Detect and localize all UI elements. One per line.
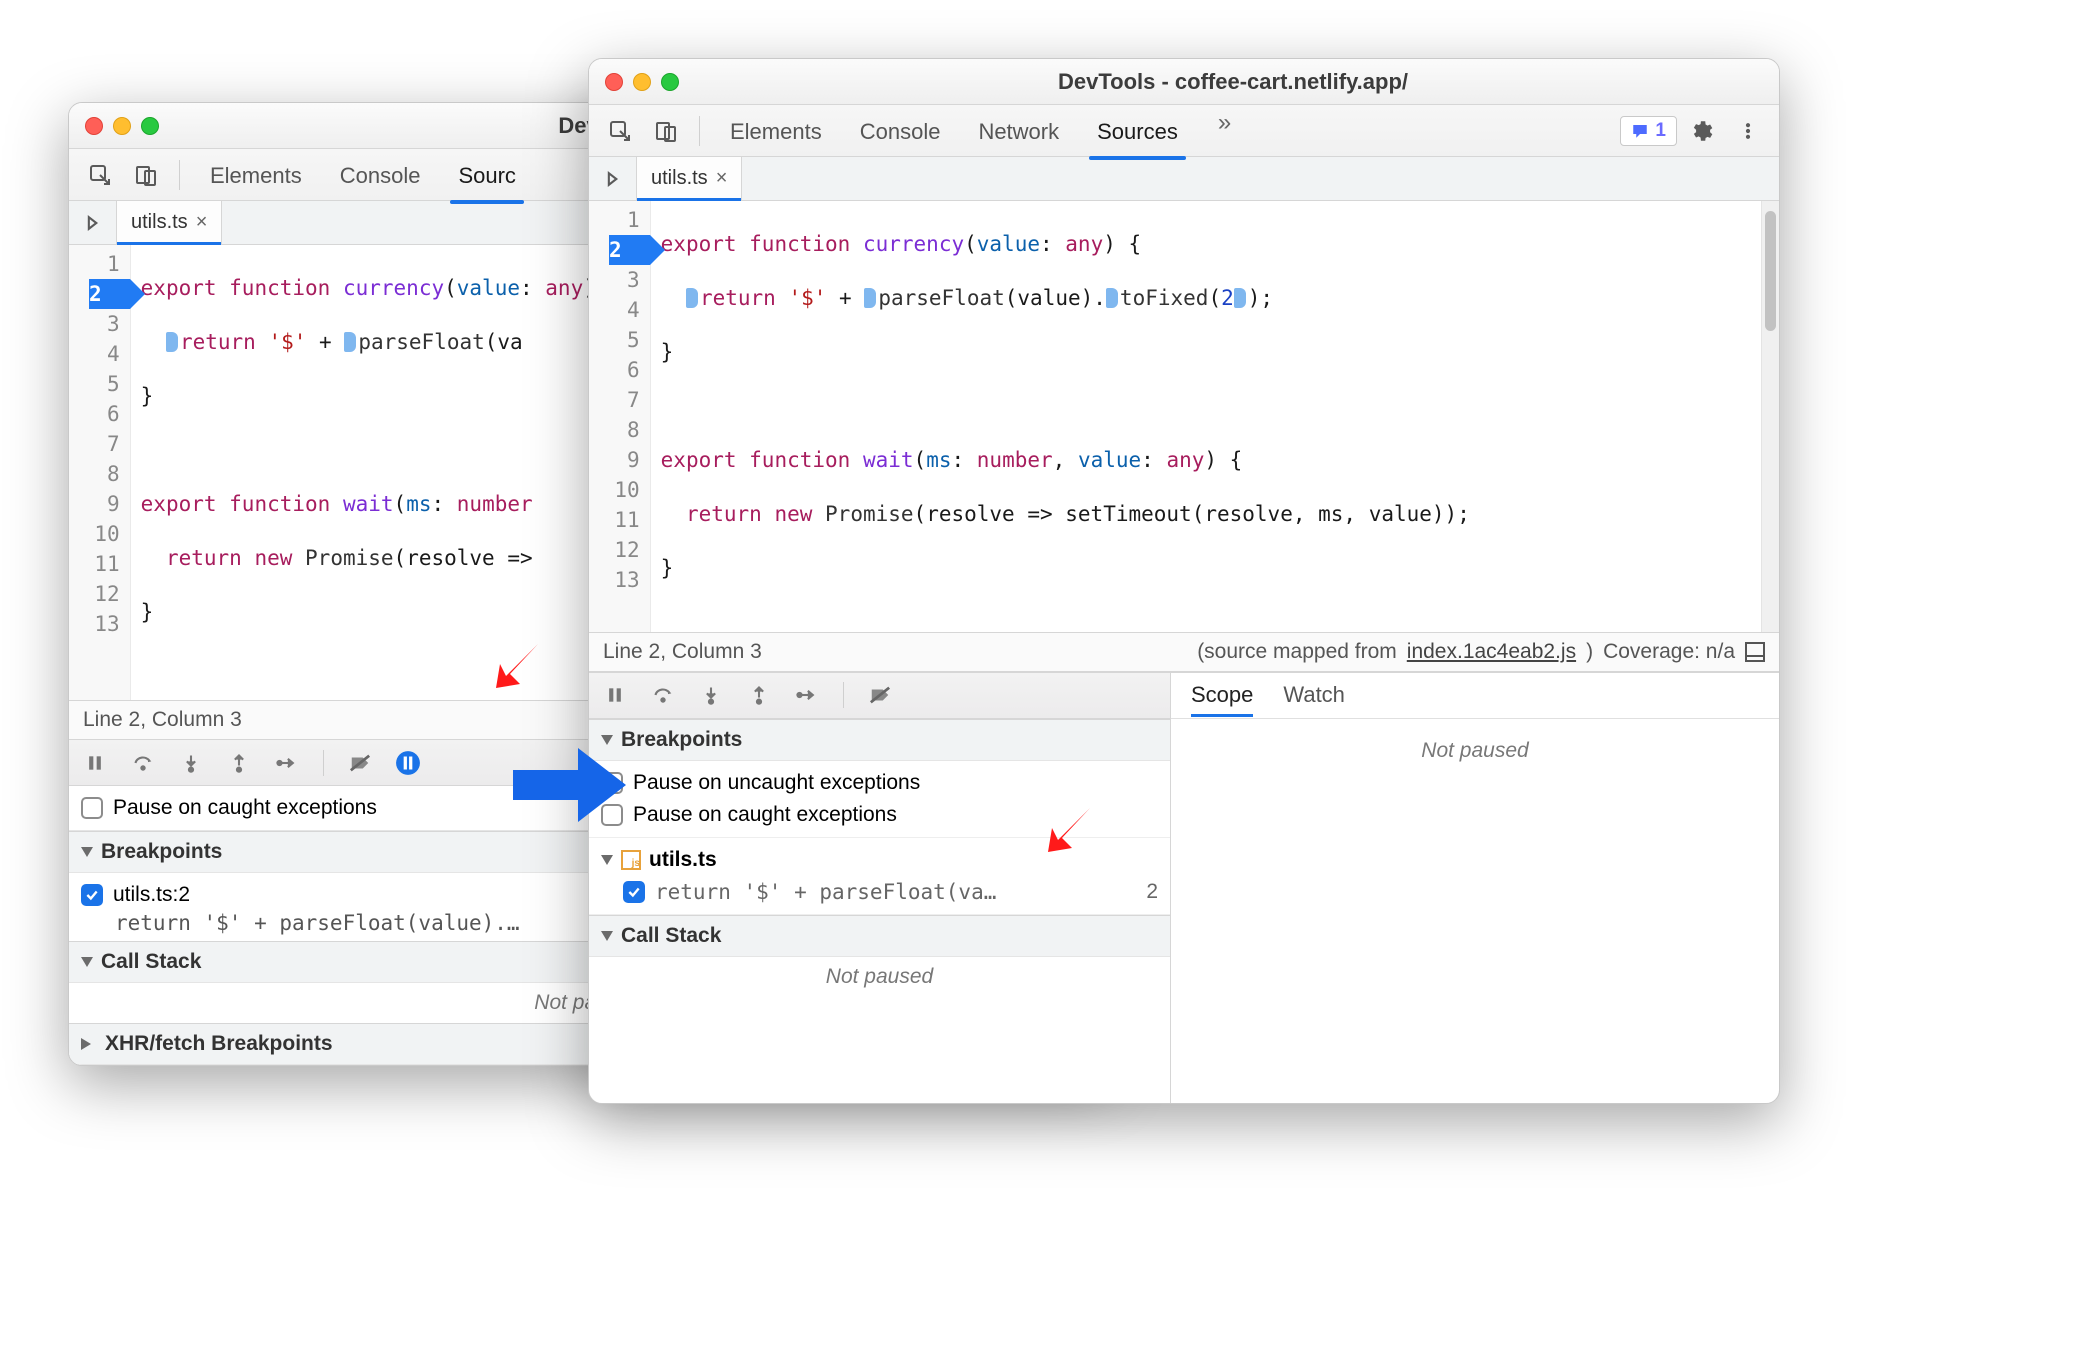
window-title: DevTools - coffee-cart.netlify.app/	[703, 69, 1763, 95]
step-marker-icon	[166, 332, 178, 352]
tab-network[interactable]: Network	[974, 109, 1063, 153]
checkbox-icon	[623, 881, 645, 903]
line-gutter: 1 2 345678910111213	[589, 201, 651, 632]
step-marker-icon	[686, 288, 698, 308]
titlebar-front: DevTools - coffee-cart.netlify.app/	[589, 59, 1779, 105]
close-icon[interactable]	[85, 117, 103, 135]
minimize-icon[interactable]	[633, 73, 651, 91]
callstack-section[interactable]: Call Stack	[589, 915, 1170, 957]
pause-icon[interactable]	[599, 679, 631, 711]
source-map-link[interactable]: index.1ac4eab2.js	[1407, 640, 1576, 664]
tab-sources[interactable]: Sourc	[454, 153, 519, 197]
watch-tab[interactable]: Watch	[1283, 674, 1345, 716]
tab-console[interactable]: Console	[856, 109, 945, 153]
issues-badge[interactable]: 1	[1620, 116, 1677, 146]
js-file-icon	[621, 850, 641, 870]
annotation-arrow-icon	[1040, 800, 1100, 860]
file-name: utils.ts	[649, 848, 717, 872]
deactivate-breakpoints-icon[interactable]	[864, 679, 896, 711]
deactivate-breakpoints-icon[interactable]	[344, 747, 376, 779]
line-gutter: 1 2 345678910111213	[69, 245, 131, 700]
breakpoint-entry[interactable]: return '$' + parseFloat(va… 2	[601, 876, 1158, 908]
step-icon[interactable]	[791, 679, 823, 711]
step-over-icon[interactable]	[127, 747, 159, 779]
code-content: export function currency(value: any) { r…	[651, 201, 1779, 632]
scope-watch-tabs: Scope Watch	[1171, 673, 1779, 719]
separator	[323, 750, 324, 776]
code-editor[interactable]: 1 2 345678910111213 export function curr…	[589, 201, 1779, 632]
tab-elements[interactable]: Elements	[726, 109, 826, 153]
drawer-toggle-icon[interactable]	[1745, 642, 1765, 662]
step-out-icon[interactable]	[223, 747, 255, 779]
file-tab-utils[interactable]: utils.ts ×	[117, 201, 222, 244]
fullscreen-icon[interactable]	[661, 73, 679, 91]
file-tab-label: utils.ts	[651, 167, 708, 190]
file-tab-bar: utils.ts ×	[589, 157, 1779, 201]
devtools-window-front: DevTools - coffee-cart.netlify.app/ Elem…	[588, 58, 1780, 1104]
inspect-icon[interactable]	[79, 154, 121, 196]
annotation-arrow-icon	[488, 636, 548, 696]
checkbox-label: Pause on caught exceptions	[113, 796, 377, 820]
tab-sources[interactable]: Sources	[1093, 109, 1182, 153]
not-paused-label: Not paused	[589, 957, 1170, 997]
checkbox-label: Pause on uncaught exceptions	[633, 771, 920, 795]
file-tab-utils[interactable]: utils.ts ×	[637, 157, 742, 200]
more-tabs-icon[interactable]: »	[1212, 109, 1237, 153]
debugger-toolbar	[589, 673, 1170, 719]
breakpoints-section[interactable]: Breakpoints	[589, 719, 1170, 761]
cursor-position: Line 2, Column 3	[603, 640, 762, 664]
device-toggle-icon[interactable]	[125, 154, 167, 196]
close-icon[interactable]	[605, 73, 623, 91]
chevron-down-icon	[601, 855, 613, 865]
pause-uncaught-exceptions-checkbox[interactable]: Pause on uncaught exceptions	[601, 767, 1158, 799]
traffic-lights	[605, 73, 679, 91]
step-out-icon[interactable]	[743, 679, 775, 711]
step-icon[interactable]	[271, 747, 303, 779]
scrollbar[interactable]	[1761, 201, 1779, 632]
checkbox-label: Pause on caught exceptions	[633, 803, 897, 827]
tab-console[interactable]: Console	[336, 153, 425, 197]
issues-count: 1	[1655, 120, 1666, 142]
breakpoint-label: utils.ts:2	[113, 883, 190, 907]
checkbox-icon	[81, 884, 103, 906]
separator	[843, 682, 844, 708]
settings-icon[interactable]	[1681, 110, 1723, 152]
inspect-icon[interactable]	[599, 110, 641, 152]
file-tab-label: utils.ts	[131, 211, 188, 234]
debugger-right-panel: Scope Watch Not paused	[1171, 673, 1779, 1104]
debugger-left-panel: Breakpoints Pause on uncaught exceptions…	[589, 673, 1171, 1104]
panel-tabs: Elements Console Network Sources »	[726, 109, 1616, 153]
traffic-lights	[85, 117, 159, 135]
close-file-icon[interactable]: ×	[196, 211, 208, 234]
step-into-icon[interactable]	[695, 679, 727, 711]
breakpoint-line-number: 2	[1146, 880, 1158, 904]
navigator-toggle-icon[interactable]	[69, 201, 117, 244]
minimize-icon[interactable]	[113, 117, 131, 135]
separator	[699, 116, 700, 146]
editor-status-bar: Line 2, Column 3 (source mapped from ind…	[589, 632, 1779, 672]
annotation-big-arrow-icon	[508, 740, 628, 830]
debugger-pane: Breakpoints Pause on uncaught exceptions…	[589, 672, 1779, 1104]
step-into-icon[interactable]	[175, 747, 207, 779]
step-over-icon[interactable]	[647, 679, 679, 711]
checkbox-icon	[81, 797, 103, 819]
source-map-prefix: (source mapped from	[1197, 640, 1397, 664]
tab-elements[interactable]: Elements	[206, 153, 306, 197]
coverage-info: Coverage: n/a	[1603, 640, 1735, 664]
not-paused-label: Not paused	[1171, 719, 1779, 771]
kebab-menu-icon[interactable]	[1727, 110, 1769, 152]
close-file-icon[interactable]: ×	[716, 167, 728, 190]
pause-on-exceptions-icon[interactable]	[392, 747, 424, 779]
issues-icon	[1631, 122, 1649, 140]
fullscreen-icon[interactable]	[141, 117, 159, 135]
devtools-toolbar: Elements Console Network Sources » 1	[589, 105, 1779, 157]
navigator-toggle-icon[interactable]	[589, 157, 637, 200]
scope-tab[interactable]: Scope	[1191, 674, 1253, 716]
pause-icon[interactable]	[79, 747, 111, 779]
breakpoint-preview: return '$' + parseFloat(va…	[655, 880, 996, 904]
device-toggle-icon[interactable]	[645, 110, 687, 152]
separator	[179, 160, 180, 190]
cursor-position: Line 2, Column 3	[83, 708, 242, 732]
